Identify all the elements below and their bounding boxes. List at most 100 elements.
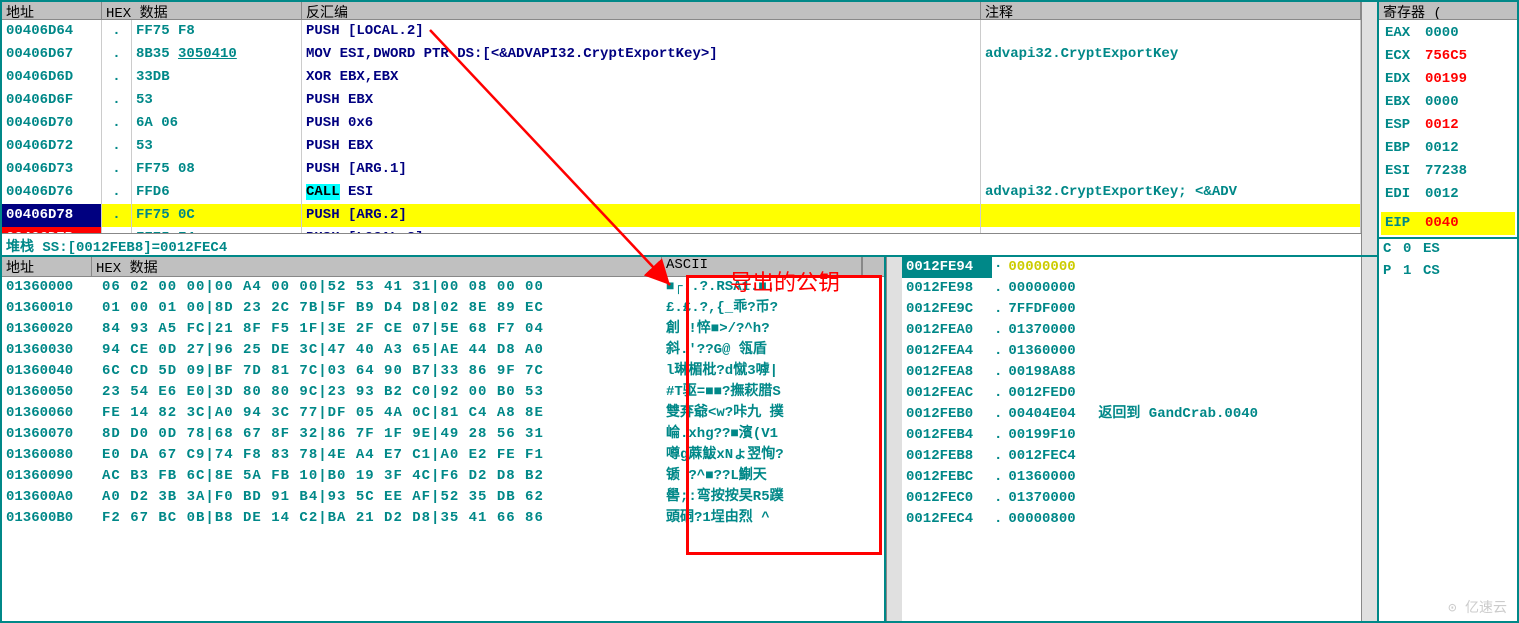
disasm-marker: . [102, 135, 132, 158]
header-address: 地址 [2, 2, 102, 19]
disasm-address: 00406D6F [2, 89, 102, 112]
stack-comment: 返回到 GandCrab.0040 [1094, 404, 1361, 425]
stack-row[interactable]: 0012FEA4.01360000 [902, 341, 1361, 362]
dump-address: 01360020 [2, 319, 92, 340]
disasm-row[interactable]: 00406D67.8B35 3050410MOV ESI,DWORD PTR D… [2, 43, 1361, 66]
stack-value: 01360000 [1004, 467, 1094, 488]
disasm-row[interactable]: 00406D72.53PUSH EBX [2, 135, 1361, 158]
disasm-row[interactable]: 00406D78.FF75 0CPUSH [ARG.2] [2, 204, 1361, 227]
disasm-row[interactable]: 00406D73.FF75 08PUSH [ARG.1] [2, 158, 1361, 181]
register-name: ECX [1385, 45, 1425, 68]
disasm-row[interactable]: 00406D70.6A 06PUSH 0x6 [2, 112, 1361, 135]
dump-ascii: ■┌..?.RSA1.■.. [662, 277, 862, 298]
register-row[interactable]: ESI77238 [1381, 160, 1515, 183]
stack-row[interactable]: 0012FE94·00000000 [902, 257, 1361, 278]
disasm-address: 00406D78 [2, 204, 102, 227]
stack-address: 0012FEB4 [902, 425, 992, 446]
stack-row[interactable]: 0012FEA8.00198A88 [902, 362, 1361, 383]
stack-comment [1094, 488, 1361, 509]
dump-hex: F2 67 BC 0B|B8 DE 14 C2|BA 21 D2 D8|35 4… [92, 508, 662, 529]
dump-row[interactable]: 013600708D D0 0D 78|68 67 8F 32|86 7F 1F… [2, 424, 884, 445]
dump-row[interactable]: 0136003094 CE 0D 27|96 25 DE 3C|47 40 A3… [2, 340, 884, 361]
stack-value: 00404E04 [1004, 404, 1094, 425]
stack-comment [1094, 362, 1361, 383]
register-eip[interactable]: EIP 0040 [1381, 212, 1515, 235]
flag-row[interactable]: P1 CS [1383, 263, 1513, 285]
disasm-row[interactable]: 00406D6F.53PUSH EBX [2, 89, 1361, 112]
stack-row[interactable]: 0012FE98.00000000 [902, 278, 1361, 299]
disasm-address: 00406D67 [2, 43, 102, 66]
stack-comment [1094, 299, 1361, 320]
disasm-row[interactable]: 00406D6D.33DBXOR EBX,EBX [2, 66, 1361, 89]
dump-hex: 8D D0 0D 78|68 67 8F 32|86 7F 1F 9E|49 2… [92, 424, 662, 445]
dump-row[interactable]: 013600B0F2 67 BC 0B|B8 DE 14 C2|BA 21 D2… [2, 508, 884, 529]
disasm-hex: FFD6 [132, 181, 302, 204]
dump-scrollbar[interactable] [886, 257, 902, 621]
disasm-row[interactable]: 00406D64.FF75 F8PUSH [LOCAL.2] [2, 20, 1361, 43]
register-row[interactable]: EAX0000 [1381, 22, 1515, 45]
registers-panel[interactable]: 寄存器 ( EAX0000ECX756C5EDX00199EBX0000ESP0… [1379, 0, 1519, 623]
stack-row[interactable]: 0012FEB4.00199F10 [902, 425, 1361, 446]
disasm-scrollbar[interactable] [1361, 2, 1377, 255]
dump-row[interactable]: 013600A0A0 D2 3B 3A|F0 BD 91 B4|93 5C EE… [2, 487, 884, 508]
dump-hex: 06 02 00 00|00 A4 00 00|52 53 41 31|00 0… [92, 277, 662, 298]
disasm-instruction: PUSH [ARG.2] [302, 204, 981, 227]
disasm-hex: 6A 06 [132, 112, 302, 135]
register-name: EDX [1385, 68, 1425, 91]
dump-row[interactable]: 01360090AC B3 FB 6C|8E 5A FB 10|B0 19 3F… [2, 466, 884, 487]
dump-address: 01360090 [2, 466, 92, 487]
dump-row[interactable]: 0136000006 02 00 00|00 A4 00 00|52 53 41… [2, 277, 884, 298]
dump-ascii: 斜.'??G@ 瓴盾 [662, 340, 862, 361]
disasm-comment [981, 66, 1361, 89]
stack-panel[interactable]: 0012FE94·000000000012FE98.000000000012FE… [902, 257, 1377, 621]
dump-row[interactable]: 0136005023 54 E6 E0|3D 80 80 9C|23 93 B2… [2, 382, 884, 403]
dump-row[interactable]: 013600406C CD 5D 09|BF 7D 81 7C|03 64 90… [2, 361, 884, 382]
disasm-comment [981, 158, 1361, 181]
stack-row[interactable]: 0012FEBC.01360000 [902, 467, 1361, 488]
stack-address: 0012FE94 [902, 257, 992, 278]
stack-row[interactable]: 0012FEC0.01370000 [902, 488, 1361, 509]
register-row[interactable]: EDX00199 [1381, 68, 1515, 91]
disassembly-panel[interactable]: 地址 HEX 数据 反汇编 注释 00406D64.FF75 F8PUSH [L… [2, 2, 1361, 255]
stack-row[interactable]: 0012FEB8.0012FEC4 [902, 446, 1361, 467]
register-row[interactable]: ESP0012 [1381, 114, 1515, 137]
stack-address: 0012FEA0 [902, 320, 992, 341]
stack-address: 0012FEA4 [902, 341, 992, 362]
flag-row[interactable]: C0 ES [1383, 241, 1513, 263]
header-asm: 反汇编 [302, 2, 981, 19]
dump-row[interactable]: 01360080E0 DA 67 C9|74 F8 83 78|4E A4 E7… [2, 445, 884, 466]
stack-row[interactable]: 0012FEA0.01370000 [902, 320, 1361, 341]
register-value: 0000 [1425, 22, 1459, 45]
dump-address: 01360060 [2, 403, 92, 424]
register-name: ESI [1385, 160, 1425, 183]
header-comment: 注释 [981, 2, 1361, 19]
disasm-address: 00406D73 [2, 158, 102, 181]
disasm-comment [981, 204, 1361, 227]
stack-row[interactable]: 0012FEB0.00404E04返回到 GandCrab.0040 [902, 404, 1361, 425]
disasm-marker: . [102, 20, 132, 43]
dump-address: 01360030 [2, 340, 92, 361]
stack-value: 00198A88 [1004, 362, 1094, 383]
dump-row[interactable]: 01360060FE 14 82 3C|A0 94 3C 77|DF 05 4A… [2, 403, 884, 424]
disasm-address: 00406D72 [2, 135, 102, 158]
register-row[interactable]: EBX0000 [1381, 91, 1515, 114]
register-row[interactable]: EDI0012 [1381, 183, 1515, 206]
stack-row[interactable]: 0012FE9C.7FFDF000 [902, 299, 1361, 320]
dump-row[interactable]: 0136002084 93 A5 FC|21 8F F5 1F|3E 2F CE… [2, 319, 884, 340]
dump-row[interactable]: 0136001001 00 01 00|8D 23 2C 7B|5F B9 D4… [2, 298, 884, 319]
register-value: 77238 [1425, 160, 1467, 183]
stack-row[interactable]: 0012FEAC.0012FED0 [902, 383, 1361, 404]
register-row[interactable]: EBP0012 [1381, 137, 1515, 160]
disasm-hex: 8B35 3050410 [132, 43, 302, 66]
disasm-comment [981, 135, 1361, 158]
stack-scrollbar[interactable] [1361, 257, 1377, 621]
disasm-row[interactable]: 00406D76.FFD6CALL ESIadvapi32.CryptExpor… [2, 181, 1361, 204]
disasm-instruction: PUSH [ARG.1] [302, 158, 981, 181]
stack-row[interactable]: 0012FEC4.00000800 [902, 509, 1361, 530]
dump-header-ascii: ASCII [662, 257, 862, 276]
memory-dump-panel[interactable]: 地址 HEX 数据 ASCII 0136000006 02 00 00|00 A… [2, 257, 886, 621]
register-value: 756C5 [1425, 45, 1467, 68]
register-value: 0000 [1425, 91, 1459, 114]
dump-header-row: 地址 HEX 数据 ASCII [2, 257, 884, 277]
register-row[interactable]: ECX756C5 [1381, 45, 1515, 68]
